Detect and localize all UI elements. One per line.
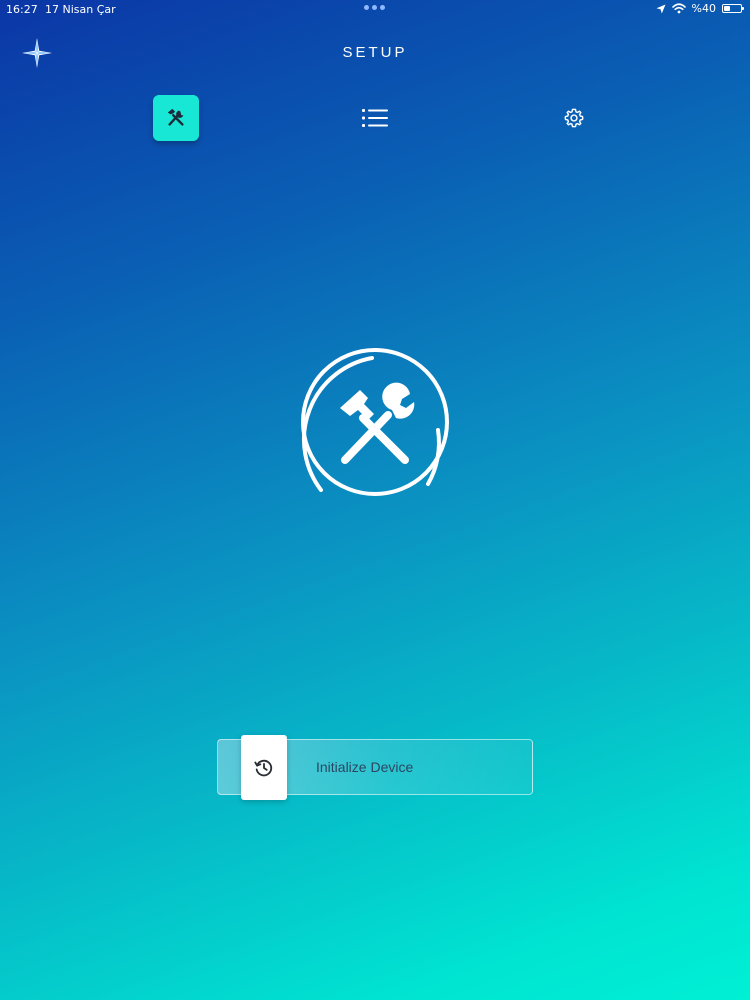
initialize-device-slider[interactable]: Initialize Device	[217, 735, 533, 800]
initialize-device-label: Initialize Device	[316, 759, 414, 775]
status-time: 16:27	[6, 3, 38, 16]
wifi-icon	[671, 3, 686, 14]
slider-handle[interactable]	[241, 735, 287, 800]
status-date: 17 Nisan Çar	[45, 3, 116, 16]
list-icon	[362, 109, 388, 127]
history-icon	[254, 759, 273, 776]
battery-icon	[722, 4, 744, 13]
nav-tools-button[interactable]	[153, 95, 199, 141]
battery-percent: %40	[691, 2, 716, 15]
nav-list-button[interactable]	[352, 95, 398, 141]
location-icon	[656, 4, 666, 13]
gear-icon	[564, 108, 584, 128]
status-indicators: %40	[656, 2, 744, 15]
nav-settings-button[interactable]	[551, 95, 597, 141]
tools-circle-icon	[301, 348, 449, 496]
tools-icon	[167, 108, 184, 126]
multitasking-dots[interactable]	[364, 5, 385, 10]
status-bar: 16:27 17 Nisan Çar %40	[0, 0, 750, 20]
page-title: SETUP	[342, 44, 408, 61]
